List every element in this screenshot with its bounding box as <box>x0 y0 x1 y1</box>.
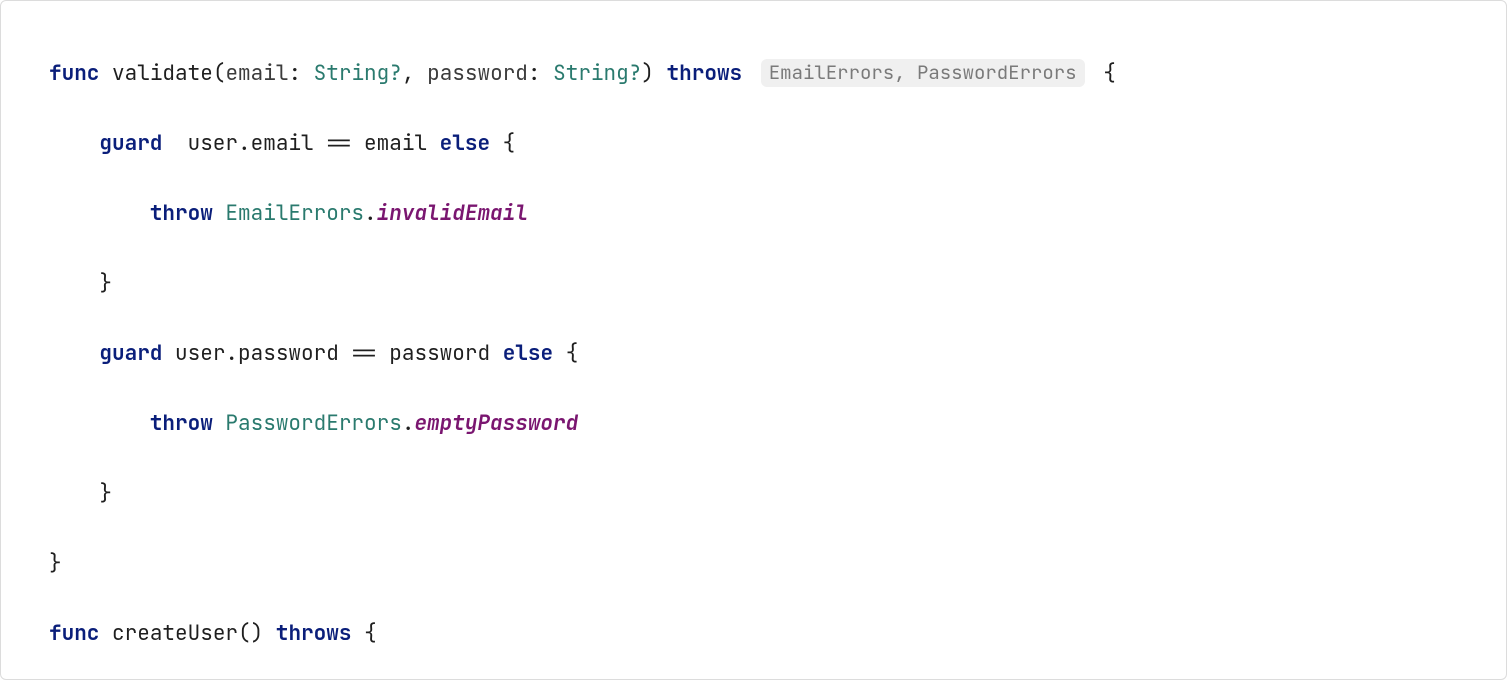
code-line[interactable]: } <box>49 546 1506 581</box>
code-line[interactable]: func validate(email: String?, password: … <box>49 56 1506 91</box>
code-line[interactable]: throw EmailErrors.invalidEmail <box>49 196 1506 231</box>
keyword-throws: throws <box>667 60 743 87</box>
param-label: email <box>225 60 288 87</box>
keyword-guard: guard <box>99 340 162 367</box>
type-string: String <box>314 60 390 87</box>
type-string: String <box>553 60 629 87</box>
code-editor[interactable]: func validate(email: String?, password: … <box>0 0 1507 680</box>
code-line[interactable]: guard user.password == password else { <box>49 336 1506 371</box>
keyword-throw: throw <box>150 200 213 227</box>
function-name: createUser <box>112 620 238 647</box>
keyword-else: else <box>440 130 490 157</box>
enum-case: invalidEmail <box>377 200 528 227</box>
code-line[interactable]: } <box>49 266 1506 301</box>
code-line[interactable]: throw PasswordErrors.emptyPassword <box>49 406 1506 441</box>
keyword-func: func <box>49 620 99 647</box>
keyword-throws: throws <box>276 620 352 647</box>
code-line[interactable]: func createUser() throws { <box>49 616 1506 651</box>
enum-case: emptyPassword <box>414 410 578 437</box>
keyword-else: else <box>503 340 553 367</box>
keyword-guard: guard <box>99 130 162 157</box>
code-line[interactable]: } <box>49 476 1506 511</box>
function-name: validate <box>112 60 213 87</box>
paren-open: ( <box>213 60 226 87</box>
keyword-throw: throw <box>150 410 213 437</box>
type-passworderrors: PasswordErrors <box>225 410 401 437</box>
keyword-func: func <box>49 60 99 87</box>
code-line[interactable]: guard user.email == email else { <box>49 126 1506 161</box>
inlay-hint-throws[interactable]: EmailErrors, PasswordErrors <box>761 59 1085 87</box>
type-emailerrors: EmailErrors <box>225 200 364 227</box>
param-label: password <box>427 60 528 87</box>
paren-close: ) <box>641 60 654 87</box>
